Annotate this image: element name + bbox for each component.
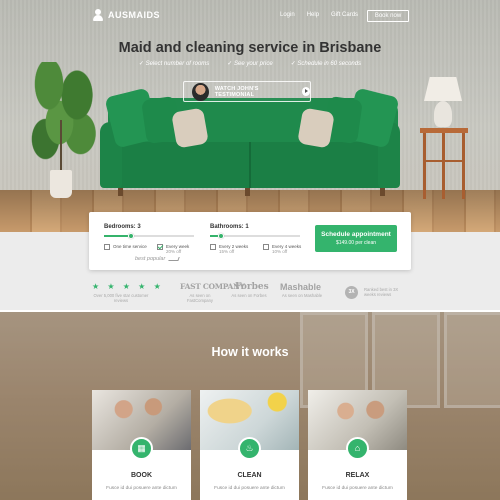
table-leg bbox=[462, 133, 465, 199]
calendar-icon: ▦ bbox=[130, 437, 153, 460]
step-card-relax: ⌂ RELAX Fusce id dui posuere ante dictum bbox=[308, 390, 407, 500]
testimonial-label: WATCH JOHN'S TESTIMONIAL bbox=[214, 85, 259, 98]
forbes-caption: As seen on Forbes bbox=[231, 293, 267, 298]
checkbox[interactable] bbox=[263, 244, 269, 250]
sofa-icon: ⌂ bbox=[346, 437, 369, 460]
checkbox[interactable] bbox=[210, 244, 216, 250]
lamp-base bbox=[434, 101, 452, 127]
mashable-caption: As seen on Mashable bbox=[281, 293, 323, 298]
table-crossbar bbox=[424, 160, 464, 162]
card-text: Fusce id dui posuere ante dictum bbox=[322, 486, 393, 491]
table-leg bbox=[423, 133, 426, 199]
feature-item: Select number of rooms bbox=[139, 60, 210, 67]
forbes-logo: Forbes bbox=[235, 282, 269, 292]
option-every-4-weeks[interactable]: Every 4 weeks 10% off bbox=[263, 244, 301, 254]
option-every-2-weeks[interactable]: Every 2 weeks 15% off bbox=[210, 244, 248, 254]
checkbox[interactable] bbox=[157, 244, 163, 250]
option-one-time[interactable]: One time service bbox=[104, 244, 147, 250]
feature-list: Select number of rooms See your price Sc… bbox=[0, 60, 500, 67]
option-label: One time service bbox=[113, 244, 147, 249]
logo-text: AUSMAIDS bbox=[108, 10, 161, 20]
star-rating: ★ ★ ★ ★ ★ bbox=[92, 282, 164, 291]
option-discount: 10% off bbox=[272, 249, 288, 254]
nav-help-link[interactable]: Help bbox=[307, 12, 319, 18]
top-nav: AUSMAIDS Login Help Gift Cards Book now bbox=[0, 0, 500, 32]
arrow-icon bbox=[168, 256, 181, 261]
step-card-clean: ♨ CLEAN Fusce id dui posuere ante dictum bbox=[200, 390, 299, 500]
hero-title: Maid and cleaning service in Brisbane bbox=[118, 40, 382, 56]
sofa-leg bbox=[118, 188, 123, 196]
plant-pot bbox=[50, 170, 72, 198]
schedule-price: $149.00 per clean bbox=[335, 240, 377, 246]
slider-knob[interactable] bbox=[128, 233, 134, 239]
step-card-book: ▦ BOOK Fusce id dui posuere ante dictum bbox=[92, 390, 191, 500]
ranking-badge-icon: 3X bbox=[345, 286, 358, 299]
trust-row: ★ ★ ★ ★ ★ Over 5,000 five star customer … bbox=[0, 282, 500, 308]
lamp-shade bbox=[424, 77, 462, 101]
card-text: Fusce id dui posuere ante dictum bbox=[106, 486, 177, 491]
bedrooms-label: Bedrooms: 3 bbox=[104, 224, 141, 230]
bathrooms-label: Bathrooms: 1 bbox=[210, 224, 249, 230]
feature-item: See your price bbox=[227, 60, 273, 67]
stars-caption: Over 5,000 five star customer reviews bbox=[93, 293, 149, 303]
option-discount: 20% off bbox=[166, 249, 182, 254]
book-now-button[interactable]: Book now bbox=[367, 10, 409, 22]
card-title: BOOK bbox=[131, 472, 152, 479]
sofa-cushion-split bbox=[249, 142, 251, 188]
spray-bottle-icon: ♨ bbox=[238, 437, 261, 460]
testimonial-button[interactable]: WATCH JOHN'S TESTIMONIAL bbox=[183, 81, 311, 102]
nav-gift-cards-link[interactable]: Gift Cards bbox=[331, 12, 358, 18]
play-icon bbox=[301, 87, 310, 96]
hero-section: AUSMAIDS Login Help Gift Cards Book now … bbox=[0, 0, 500, 232]
plant-stem bbox=[60, 120, 62, 172]
slider-knob[interactable] bbox=[217, 233, 224, 239]
badge-caption: Ranked best in 3X weeks reviews bbox=[364, 287, 399, 297]
nav-login-link[interactable]: Login bbox=[280, 12, 295, 18]
nav-links: Login Help Gift Cards bbox=[280, 12, 358, 18]
option-every-week[interactable]: Every week 20% off bbox=[157, 244, 189, 254]
how-it-works-title: How it works bbox=[211, 345, 289, 359]
bedrooms-slider[interactable] bbox=[104, 233, 194, 239]
pillow bbox=[171, 107, 209, 149]
feature-item: Schedule in 60 seconds bbox=[291, 60, 361, 67]
sofa-leg bbox=[380, 188, 385, 196]
checkbox[interactable] bbox=[104, 244, 110, 250]
slider-fill bbox=[104, 235, 131, 237]
sofa-leg bbox=[245, 188, 250, 196]
schedule-appointment-button[interactable]: Schedule appointment $149.00 per clean bbox=[315, 225, 397, 252]
plant-image bbox=[28, 62, 98, 172]
table-leg bbox=[442, 133, 445, 199]
best-popular-hint: best popular bbox=[135, 256, 181, 262]
fast-company-caption: As seen on FastCompany bbox=[186, 293, 214, 303]
avatar bbox=[192, 82, 209, 101]
card-title: RELAX bbox=[345, 472, 370, 479]
mashable-logo: Mashable bbox=[280, 282, 322, 292]
pillow bbox=[297, 107, 335, 149]
maid-logo-icon bbox=[92, 9, 104, 21]
best-popular-text: best popular bbox=[135, 256, 166, 262]
logo[interactable]: AUSMAIDS bbox=[92, 9, 160, 21]
card-text: Fusce id dui posuere ante dictum bbox=[214, 486, 285, 491]
bathrooms-slider[interactable] bbox=[210, 233, 300, 239]
card-title: CLEAN bbox=[237, 472, 262, 479]
option-discount: 15% off bbox=[219, 249, 235, 254]
schedule-label: Schedule appointment bbox=[321, 231, 391, 238]
